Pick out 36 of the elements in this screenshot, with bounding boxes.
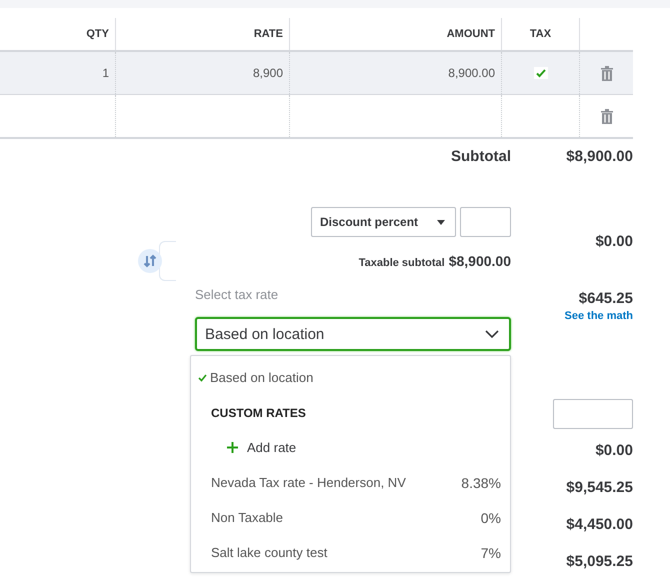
tax-rate-dropdown[interactable]: Based on location: [195, 317, 511, 351]
menu-section-header: CUSTOM RATES: [211, 406, 306, 420]
total-amount: $4,450.00: [566, 515, 633, 535]
trash-icon[interactable]: [600, 108, 612, 124]
checkbox[interactable]: [534, 67, 548, 79]
chevron-down-icon: [485, 330, 499, 338]
subtotal-value: $8,900.00: [566, 147, 633, 167]
see-the-math-link[interactable]: See the math: [564, 310, 633, 326]
table-cell: 1: [102, 66, 109, 80]
menu-item[interactable]: Salt lake county test 7%: [191, 535, 510, 570]
menu-item[interactable]: Non Taxable 0%: [191, 500, 510, 535]
caret-icon: [437, 220, 445, 224]
discount-amount: $0.00: [595, 232, 633, 252]
column-header: TAX: [530, 28, 552, 40]
table-cell: 8,900: [252, 66, 283, 80]
taxable-subtotal-value: $8,900.00: [448, 253, 511, 269]
discount-input[interactable]: [460, 207, 511, 237]
table-cell: 8,900.00: [448, 66, 495, 80]
total-amount: $5,095.25: [566, 552, 633, 572]
taxable-subtotal-label: Taxable subtotal: [358, 257, 445, 269]
shipping-input[interactable]: [553, 399, 633, 429]
column-header: AMOUNT: [446, 28, 495, 40]
total-amount: $0.00: [595, 441, 633, 461]
column-header: QTY: [86, 28, 109, 40]
menu-item[interactable]: Based on location: [191, 360, 510, 395]
field-label: Select tax rate: [195, 287, 278, 303]
tax-amount: $645.25: [578, 289, 633, 309]
total-amount: $9,545.25: [566, 478, 633, 498]
plus-icon: [227, 442, 238, 453]
trash-icon[interactable]: [600, 66, 612, 80]
discount-type-dropdown[interactable]: Discount percent: [311, 207, 456, 237]
subtotal-label: Subtotal: [451, 147, 511, 167]
column-header: RATE: [254, 28, 283, 40]
menu-item[interactable]: Nevada Tax rate - Henderson, NV 8.38%: [191, 465, 510, 500]
sort-toggle-icon[interactable]: [138, 249, 162, 273]
add-rate-item[interactable]: Add rate: [191, 430, 510, 465]
